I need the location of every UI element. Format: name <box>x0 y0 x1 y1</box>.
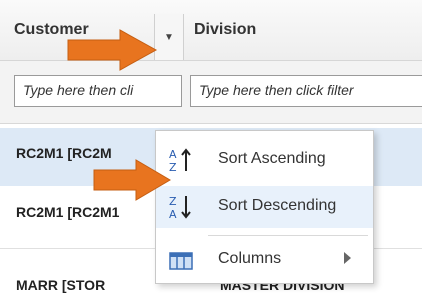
customer-filter-input[interactable]: Type here then cli <box>14 75 182 107</box>
menu-item-columns-label: Columns <box>218 250 282 267</box>
filter-row: Type here then cli Type here then click … <box>0 61 422 124</box>
annotation-arrow-icon <box>93 159 171 201</box>
submenu-arrow-icon <box>344 252 351 264</box>
column-header-division-label: Division <box>194 21 257 38</box>
customer-cell: MARR [STOR <box>16 277 106 293</box>
column-context-menu: A Z Sort Ascending Z A Sort Descending C… <box>155 130 374 284</box>
division-filter-input[interactable]: Type here then click filter <box>190 75 422 107</box>
menu-separator <box>208 235 368 236</box>
customer-cell: RC2M1 [RC2M1 <box>16 204 120 220</box>
menu-item-sort-descending[interactable]: Z A Sort Descending <box>156 186 373 228</box>
menu-item-sort-descending-label: Sort Descending <box>218 197 337 214</box>
dropdown-trigger-icon: ▼ <box>164 31 174 43</box>
column-menu-trigger[interactable]: ▼ <box>154 14 184 60</box>
grid-header: Customer ▼ Division <box>0 0 422 61</box>
column-header-division[interactable]: Division <box>194 0 256 60</box>
annotation-arrow-icon <box>67 29 158 71</box>
menu-item-columns[interactable]: Columns <box>156 239 373 281</box>
menu-item-sort-ascending[interactable]: A Z Sort Ascending <box>156 139 373 181</box>
svg-text:A: A <box>169 208 177 221</box>
columns-icon <box>169 252 193 270</box>
menu-item-sort-ascending-label: Sort Ascending <box>218 150 326 167</box>
